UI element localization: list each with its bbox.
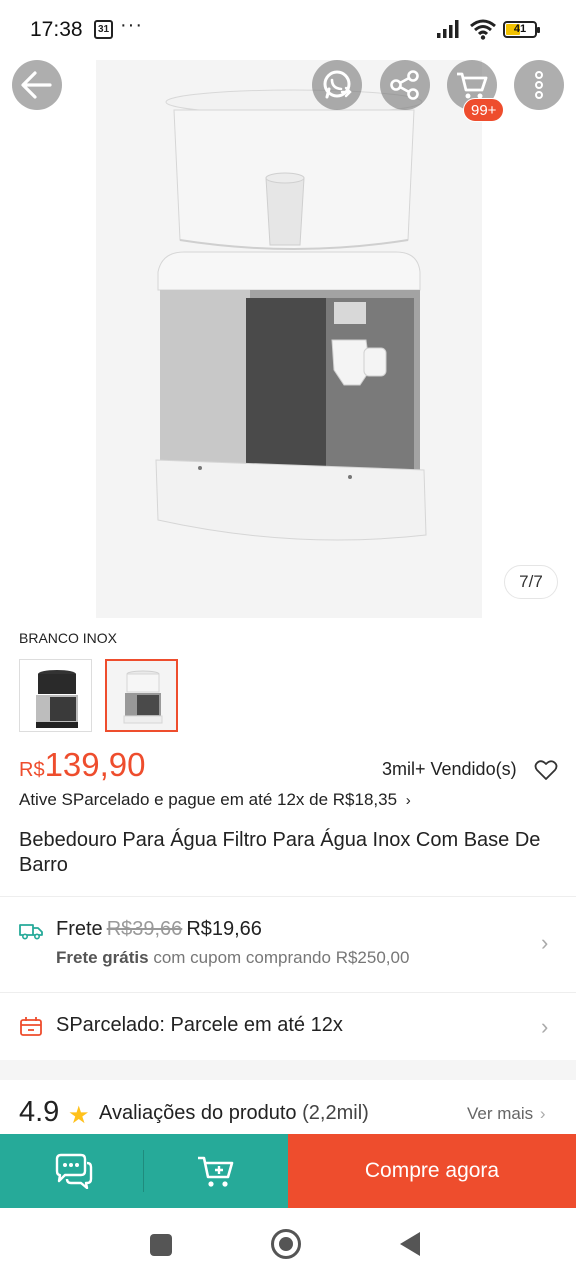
product-title: Bebedouro Para Água Filtro Para Água Ino…: [19, 829, 541, 876]
add-to-cart-icon: [198, 1156, 234, 1187]
arrow-left-icon: [21, 71, 52, 99]
price-currency: R$: [19, 759, 45, 781]
variation-thumb-image: [107, 661, 176, 730]
calendar-icon: 31: [94, 20, 113, 39]
shipping-new-price: R$19,66: [186, 918, 262, 940]
divider: [0, 992, 576, 993]
sold-count: 3mil+ Vendido(s): [382, 759, 517, 779]
truck-icon: [19, 924, 43, 940]
status-more-icon: ···: [120, 14, 143, 36]
wifi-icon: [470, 19, 496, 40]
system-nav-bar: [0, 1208, 576, 1280]
battery-icon: 41: [503, 21, 540, 38]
shipping-label: Frete R$39,66 R$19,66: [56, 918, 262, 941]
share-icon: [390, 70, 419, 100]
installment-info[interactable]: Ative SParcelado e pague em até 12x de R…: [19, 790, 411, 810]
chevron-right-icon: ›: [541, 930, 549, 955]
add-to-cart-button[interactable]: [144, 1134, 288, 1208]
variation-label: BRANCO INOX: [19, 630, 118, 646]
sparcelado-label: SParcelado: Parcele em até 12x: [56, 1014, 343, 1036]
chevron-right-icon: ›: [539, 1104, 546, 1123]
heart-icon[interactable]: [534, 759, 558, 781]
status-bar: 17:38 31 ··· 41: [0, 0, 576, 60]
product-gallery[interactable]: 99+: [0, 40, 576, 618]
chevron-right-icon: ›: [405, 792, 411, 809]
signal-icon: [437, 20, 459, 38]
see-more-label: Ver mais: [467, 1104, 534, 1123]
buy-now-button[interactable]: Compre agora: [288, 1134, 576, 1208]
home-button[interactable]: [271, 1229, 301, 1259]
chevron-right-icon: ›: [541, 1014, 549, 1039]
star-icon: ★: [68, 1102, 90, 1129]
product-price: R$139,90: [19, 746, 146, 784]
shipping-old-price: R$39,66: [106, 918, 183, 940]
rating-count: (2,2mil): [302, 1102, 369, 1124]
section-separator: [0, 1060, 576, 1080]
gallery-page-counter: 7/7: [504, 565, 558, 599]
cart-badge: 99+: [463, 98, 505, 122]
free-shipping-bold: Frete grátis: [56, 948, 149, 967]
more-vertical-icon: [535, 71, 543, 99]
rating-label: Avaliações do produto (2,2mil): [99, 1102, 369, 1125]
share-button[interactable]: [380, 60, 430, 110]
see-more-link[interactable]: Ver mais ›: [467, 1104, 546, 1124]
battery-percent: 41: [513, 23, 527, 35]
divider: [0, 896, 576, 897]
water-filter-illustration: [155, 89, 427, 541]
variation-thumb-image: [20, 660, 91, 731]
price-value: 139,90: [44, 746, 146, 783]
chat-button[interactable]: [0, 1134, 144, 1208]
free-shipping-rest: com cupom comprando R$250,00: [153, 948, 410, 967]
status-time: 17:38: [30, 18, 83, 41]
whatsapp-icon: [323, 70, 352, 99]
more-options-button[interactable]: [514, 60, 564, 110]
back-button[interactable]: [12, 60, 62, 110]
whatsapp-share-button[interactable]: [312, 60, 362, 110]
rating-title: Avaliações do produto: [99, 1102, 297, 1124]
recent-apps-button[interactable]: [150, 1234, 172, 1256]
product-image[interactable]: [96, 40, 482, 618]
back-nav-button[interactable]: [400, 1232, 420, 1256]
cart-icon: [457, 72, 488, 99]
variation-thumb-branco[interactable]: [105, 659, 178, 732]
rating-score: 4.9: [19, 1096, 60, 1128]
variation-thumb-preto[interactable]: [19, 659, 92, 732]
shipping-title: Frete: [56, 918, 103, 940]
installment-card-icon: [20, 1017, 42, 1036]
chat-icon: [55, 1153, 93, 1189]
free-shipping-info: Frete grátis com cupom comprando R$250,0…: [56, 948, 409, 968]
bottom-action-bar: Compre agora: [0, 1134, 576, 1208]
installment-text: Ative SParcelado e pague em até 12x de R…: [19, 790, 398, 809]
